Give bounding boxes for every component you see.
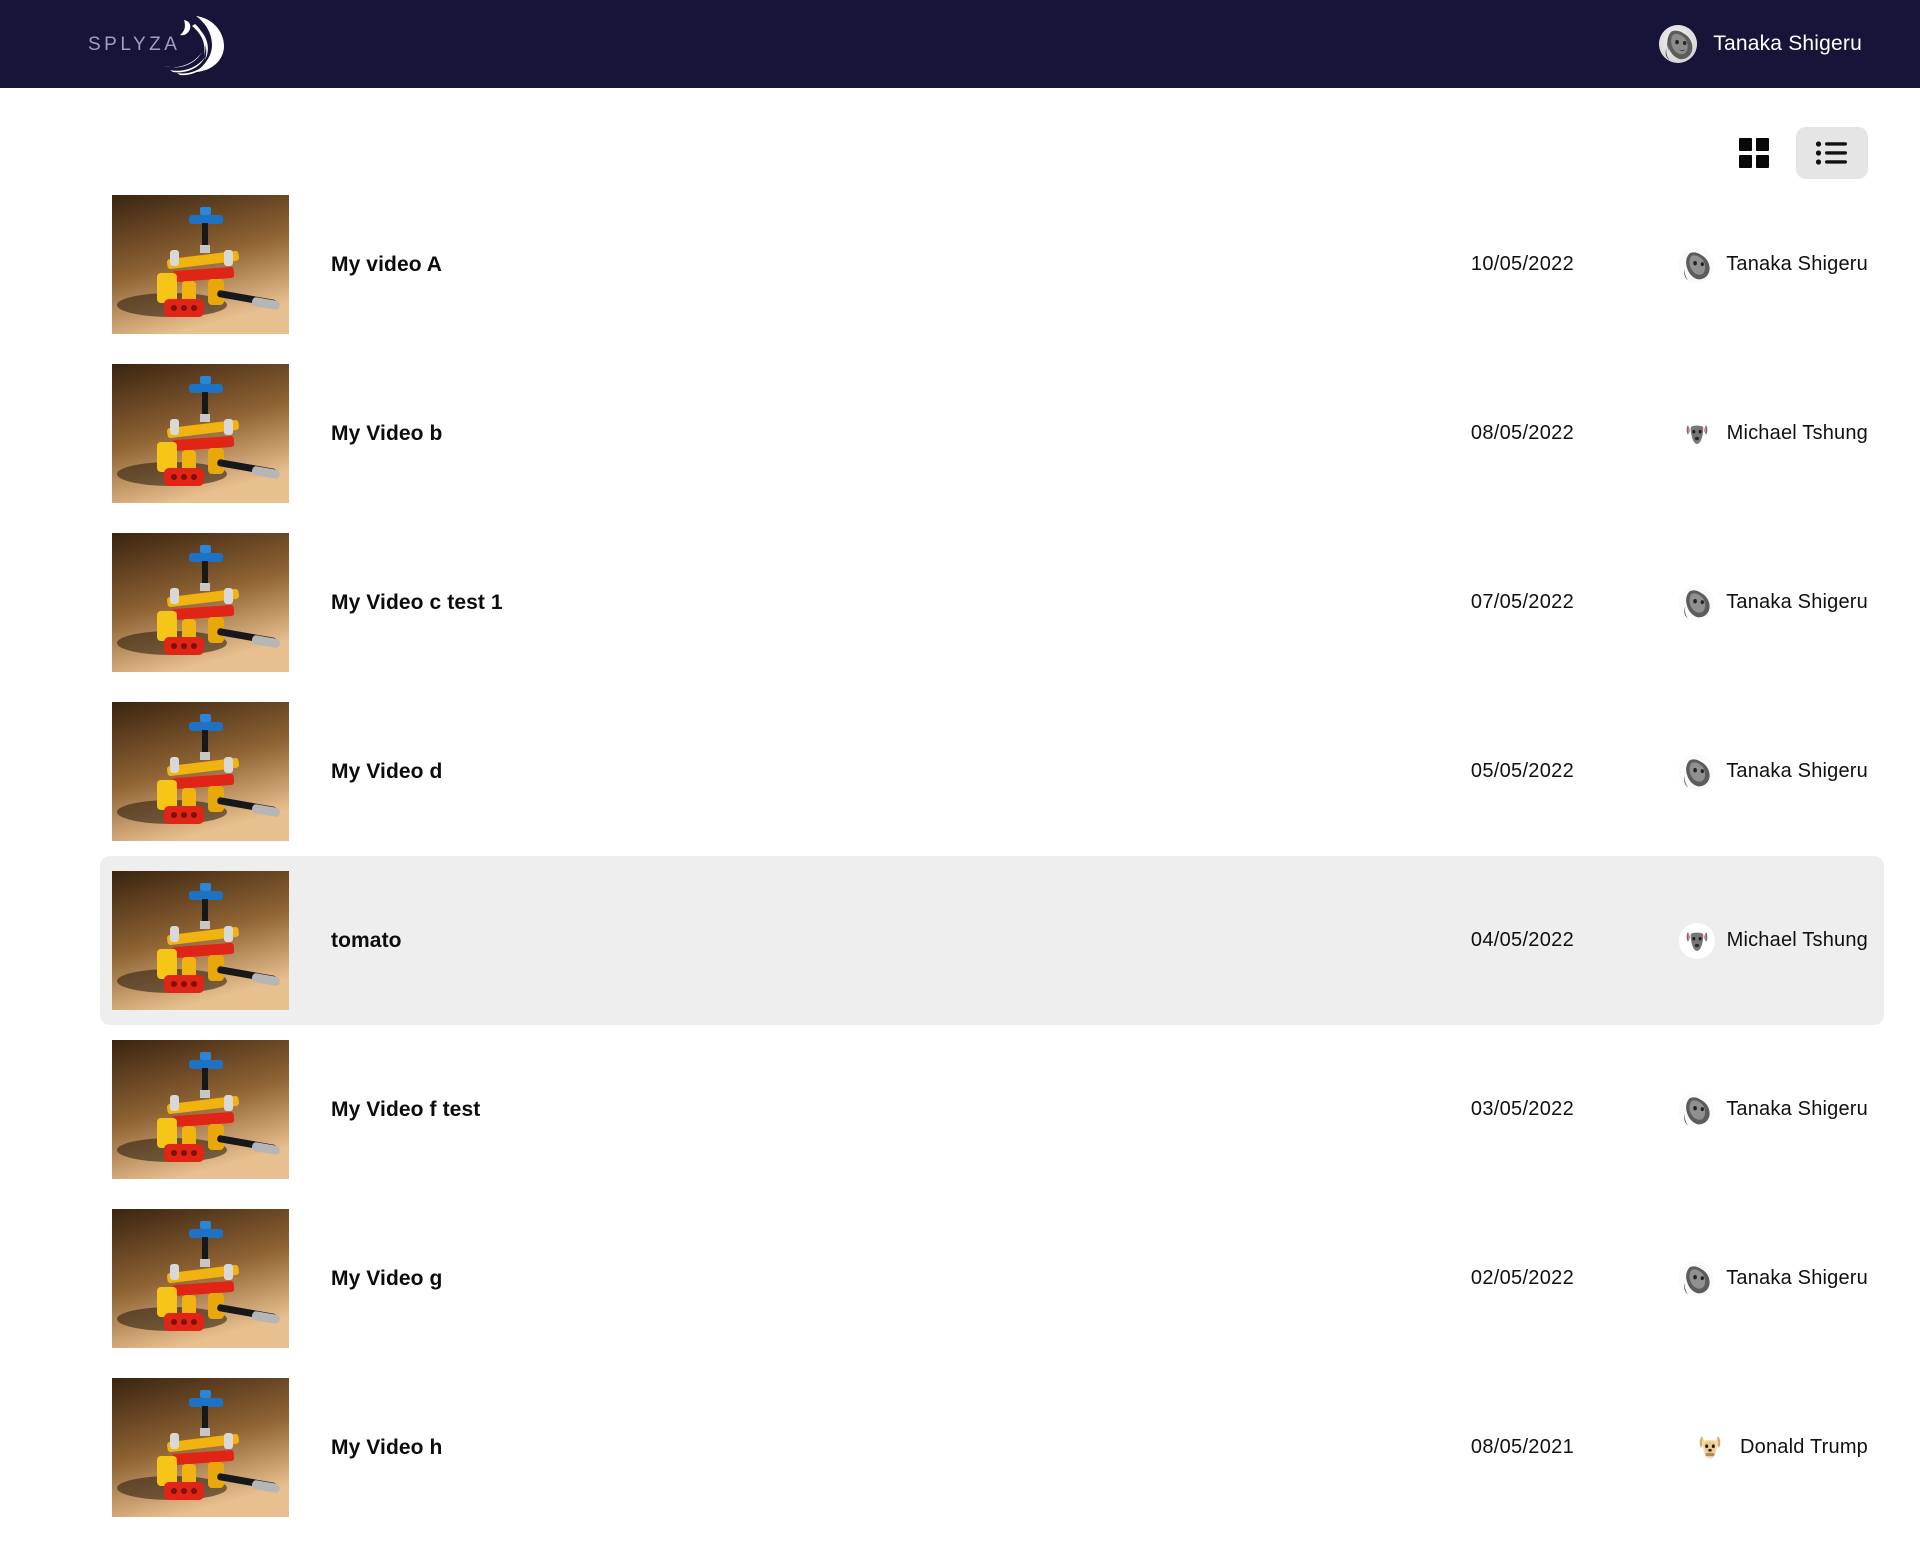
list-item[interactable]: My Video d 05/05/2022 Tanaka Shigeru	[100, 687, 1884, 856]
video-date: 02/05/2022	[1470, 1267, 1574, 1289]
video-owner: Tanaka Shigeru	[1574, 584, 1884, 621]
video-date: 05/05/2022	[1470, 760, 1574, 782]
view-toggle-toolbar	[0, 88, 1920, 179]
video-owner-name: Tanaka Shigeru	[1726, 591, 1868, 613]
avatar	[1678, 246, 1715, 283]
video-date: 10/05/2022	[1470, 253, 1574, 275]
header-user-name: Tanaka Shigeru	[1713, 32, 1862, 55]
video-date: 07/05/2022	[1470, 591, 1574, 613]
video-thumbnail[interactable]	[112, 871, 289, 1010]
video-title: My Video b	[331, 421, 443, 445]
list-item[interactable]: My Video c test 1 07/05/2022 Tanaka Shig…	[100, 518, 1884, 687]
avatar	[1678, 584, 1715, 621]
grid-view-button[interactable]	[1718, 127, 1790, 179]
video-owner-name: Tanaka Shigeru	[1726, 1098, 1868, 1120]
video-title: My Video d	[331, 759, 443, 783]
video-owner: Tanaka Shigeru	[1574, 753, 1884, 790]
list-item[interactable]: My video A 10/05/2022 Tanaka Shigeru	[100, 180, 1884, 349]
video-owner: Donald Trump	[1574, 1429, 1884, 1466]
video-thumbnail[interactable]	[112, 195, 289, 334]
avatar	[1678, 753, 1715, 790]
video-owner-name: Tanaka Shigeru	[1726, 253, 1868, 275]
video-date: 08/05/2022	[1470, 422, 1574, 444]
list-view-button[interactable]	[1796, 127, 1868, 179]
video-owner-name: Michael Tshung	[1726, 929, 1868, 951]
list-item[interactable]: My Video b 08/05/2022 Michael Tshung	[100, 349, 1884, 518]
video-owner-name: Donald Trump	[1739, 1436, 1868, 1458]
video-thumbnail[interactable]	[112, 1378, 289, 1517]
video-title: My Video g	[331, 1266, 443, 1290]
splyza-wing-logo-icon: SPLYZA	[88, 16, 224, 76]
avatar	[1691, 1429, 1728, 1466]
avatar	[1678, 922, 1715, 959]
list-item[interactable]: My Video h 08/05/2021 Donald Trump	[100, 1363, 1884, 1532]
avatar	[1678, 415, 1715, 452]
grid-view-icon	[1739, 138, 1769, 168]
video-date: 08/05/2021	[1470, 1436, 1574, 1458]
video-owner: Tanaka Shigeru	[1574, 1260, 1884, 1297]
video-thumbnail[interactable]	[112, 1040, 289, 1179]
video-title: My Video c test 1	[331, 590, 503, 614]
video-owner-name: Tanaka Shigeru	[1726, 1267, 1868, 1289]
top-navigation-bar: SPLYZA Tanaka Shigeru	[0, 0, 1920, 88]
avatar	[1678, 1260, 1715, 1297]
video-thumbnail[interactable]	[112, 1209, 289, 1348]
video-title: My Video h	[331, 1435, 443, 1459]
video-list: My video A 10/05/2022 Tanaka Shigeru My …	[0, 172, 1920, 1532]
video-thumbnail[interactable]	[112, 702, 289, 841]
video-title: My video A	[331, 252, 443, 276]
video-title: tomato	[331, 928, 402, 952]
video-thumbnail[interactable]	[112, 533, 289, 672]
video-date: 03/05/2022	[1470, 1098, 1574, 1120]
svg-text:SPLYZA: SPLYZA	[88, 34, 180, 55]
list-view-icon	[1815, 141, 1847, 165]
avatar	[1678, 1091, 1715, 1128]
video-owner: Tanaka Shigeru	[1574, 1091, 1884, 1128]
list-item[interactable]: My Video g 02/05/2022 Tanaka Shigeru	[100, 1194, 1884, 1363]
video-title: My Video f test	[331, 1097, 481, 1121]
video-thumbnail[interactable]	[112, 364, 289, 503]
list-item[interactable]: tomato 04/05/2022 Michael Tshung	[100, 856, 1884, 1025]
video-date: 04/05/2022	[1470, 929, 1574, 951]
video-owner: Tanaka Shigeru	[1574, 246, 1884, 283]
avatar	[1659, 25, 1698, 63]
list-item[interactable]: My Video f test 03/05/2022 Tanaka Shiger…	[100, 1025, 1884, 1194]
video-owner-name: Tanaka Shigeru	[1726, 760, 1868, 782]
video-owner-name: Michael Tshung	[1726, 422, 1868, 444]
brand-logo[interactable]: SPLYZA	[46, 12, 256, 76]
video-owner: Michael Tshung	[1574, 415, 1884, 452]
header-user-chip[interactable]: Tanaka Shigeru	[1659, 25, 1884, 63]
video-owner: Michael Tshung	[1574, 922, 1884, 959]
